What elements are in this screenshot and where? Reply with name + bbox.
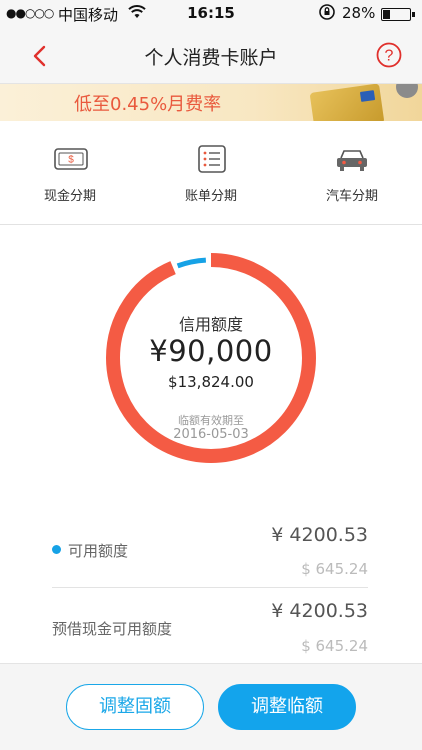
adjust-temp-limit-button[interactable]: 调整临额 xyxy=(218,684,356,730)
cash-advance-cny: ¥ 4200.53 xyxy=(271,600,368,622)
installment-services: $ 现金分期 账单分期 汽车分期 xyxy=(0,121,422,225)
service-car-installment[interactable]: 汽车分期 xyxy=(282,121,422,225)
promo-banner[interactable]: 低至0.45%月费率 xyxy=(0,84,422,121)
credit-label: 信用额度 xyxy=(178,315,243,334)
bill-list-icon xyxy=(198,145,226,173)
list-item-cash-advance: ¥ 4200.53 预借现金可用额度 $ 645.24 xyxy=(0,588,422,666)
adjust-fixed-limit-button[interactable]: 调整固额 xyxy=(66,684,204,730)
service-bill-installment[interactable]: 账单分期 xyxy=(141,121,281,225)
page-title: 个人消费卡账户 xyxy=(144,47,278,69)
cash-advance-usd: $ 645.24 xyxy=(301,637,368,655)
navigation-bar: 个人消费卡账户 ? xyxy=(0,28,422,84)
banner-text: 低至0.45%月费率 xyxy=(74,94,222,115)
car-icon xyxy=(337,150,367,171)
available-credit-label: 可用额度 xyxy=(68,542,129,560)
svg-text:?: ? xyxy=(385,48,394,65)
service-label: 汽车分期 xyxy=(325,189,378,204)
service-label: 账单分期 xyxy=(184,189,237,204)
service-cash-installment[interactable]: $ 现金分期 xyxy=(0,121,140,225)
available-credit-usd: $ 645.24 xyxy=(301,560,368,578)
card-logo xyxy=(359,90,376,102)
battery-icon xyxy=(381,8,415,21)
svg-text:$: $ xyxy=(68,155,74,166)
credit-amount: ¥90,000 xyxy=(149,334,273,368)
rotation-lock-icon xyxy=(318,3,336,25)
credit-gauge: 信用额度 ¥90,000 $13,824.00 临额有效期至 2016-05-0… xyxy=(0,226,422,510)
help-button[interactable]: ? xyxy=(376,42,402,68)
action-bar: 调整固额 调整临额 xyxy=(0,663,422,750)
service-label: 现金分期 xyxy=(43,189,96,204)
status-bar: ●●○○○ 中国移动 16:15 28% xyxy=(0,0,422,28)
cash-icon: $ xyxy=(54,148,88,170)
question-circle-icon: ? xyxy=(376,42,402,68)
list-item-available-credit: ¥ 4200.53 可用额度 $ 645.24 xyxy=(0,510,422,588)
cash-advance-label: 预借现金可用额度 xyxy=(52,620,173,638)
battery-fill xyxy=(383,10,390,19)
temp-limit-validity-date: 2016-05-03 xyxy=(173,427,249,442)
available-credit-cny: ¥ 4200.53 xyxy=(271,524,368,546)
battery-percent: 28% xyxy=(342,4,376,22)
battery-nub xyxy=(412,12,415,17)
status-dot xyxy=(52,545,61,554)
credit-card-illustration xyxy=(309,84,385,121)
credit-amount-usd: $13,824.00 xyxy=(168,373,254,391)
temp-limit-validity-label: 临额有效期至 xyxy=(178,414,244,427)
banner-close-icon[interactable] xyxy=(396,84,418,98)
